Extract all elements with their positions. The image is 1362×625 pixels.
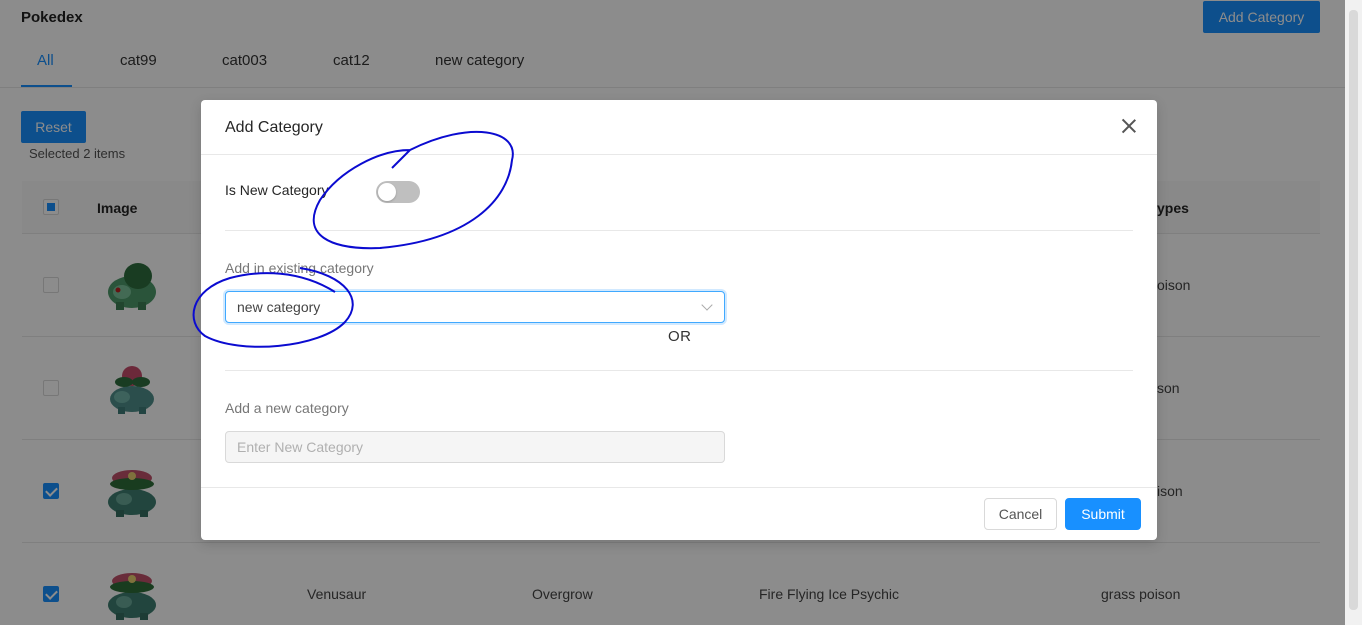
is-new-category-label: Is New Category	[225, 182, 329, 198]
existing-category-label: Add in existing category	[225, 260, 374, 276]
switch-knob	[378, 183, 396, 201]
existing-category-select[interactable]: new category	[225, 291, 725, 323]
modal-header: Add Category	[201, 100, 1157, 155]
new-category-input[interactable]	[225, 431, 725, 463]
new-category-label: Add a new category	[225, 400, 349, 416]
modal-footer: Cancel Submit	[201, 487, 1157, 540]
chevron-down-icon	[701, 299, 713, 311]
modal-title: Add Category	[225, 119, 323, 136]
add-category-modal: Add Category Is New Category Add in exis…	[201, 100, 1157, 540]
submit-button[interactable]: Submit	[1065, 498, 1141, 530]
scrollbar-thumb[interactable]	[1349, 10, 1358, 610]
close-icon[interactable]	[1121, 118, 1137, 134]
page-scrollbar[interactable]	[1345, 0, 1362, 625]
select-value: new category	[237, 299, 321, 315]
or-separator: OR	[668, 328, 692, 345]
is-new-category-switch[interactable]	[376, 181, 420, 203]
cancel-button[interactable]: Cancel	[984, 498, 1057, 530]
divider	[225, 230, 1133, 231]
divider	[225, 370, 1133, 371]
